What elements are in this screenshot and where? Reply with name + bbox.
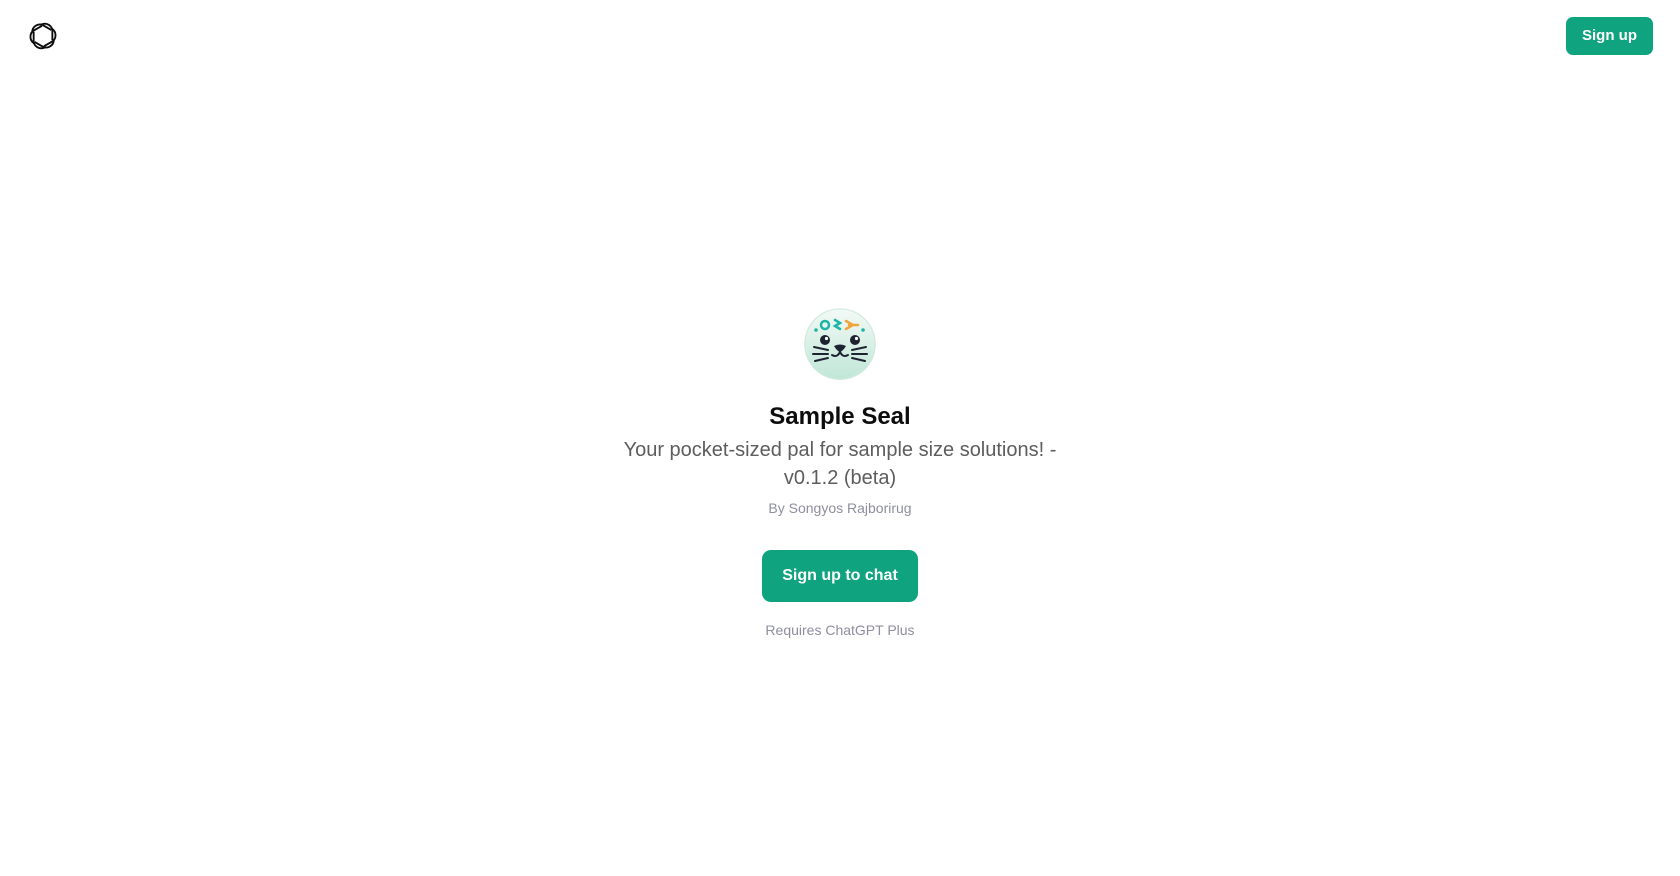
gpt-profile: Sample Seal Your pocket-sized pal for sa… bbox=[0, 308, 1680, 640]
openai-logo-icon[interactable] bbox=[26, 19, 60, 53]
gpt-name: Sample Seal bbox=[769, 403, 911, 430]
gpt-author: By Songyos Rajborirug bbox=[768, 500, 912, 516]
page: Sign up Sample Seal Your pocket-sized pa… bbox=[0, 0, 1680, 876]
top-bar: Sign up bbox=[0, 0, 1680, 72]
seal-avatar-icon bbox=[804, 308, 876, 380]
sign-up-button[interactable]: Sign up bbox=[1566, 17, 1653, 55]
sign-up-to-chat-button[interactable]: Sign up to chat bbox=[762, 550, 918, 602]
requirement-note: Requires ChatGPT Plus bbox=[765, 622, 915, 638]
gpt-description: Your pocket-sized pal for sample size so… bbox=[623, 439, 1057, 489]
